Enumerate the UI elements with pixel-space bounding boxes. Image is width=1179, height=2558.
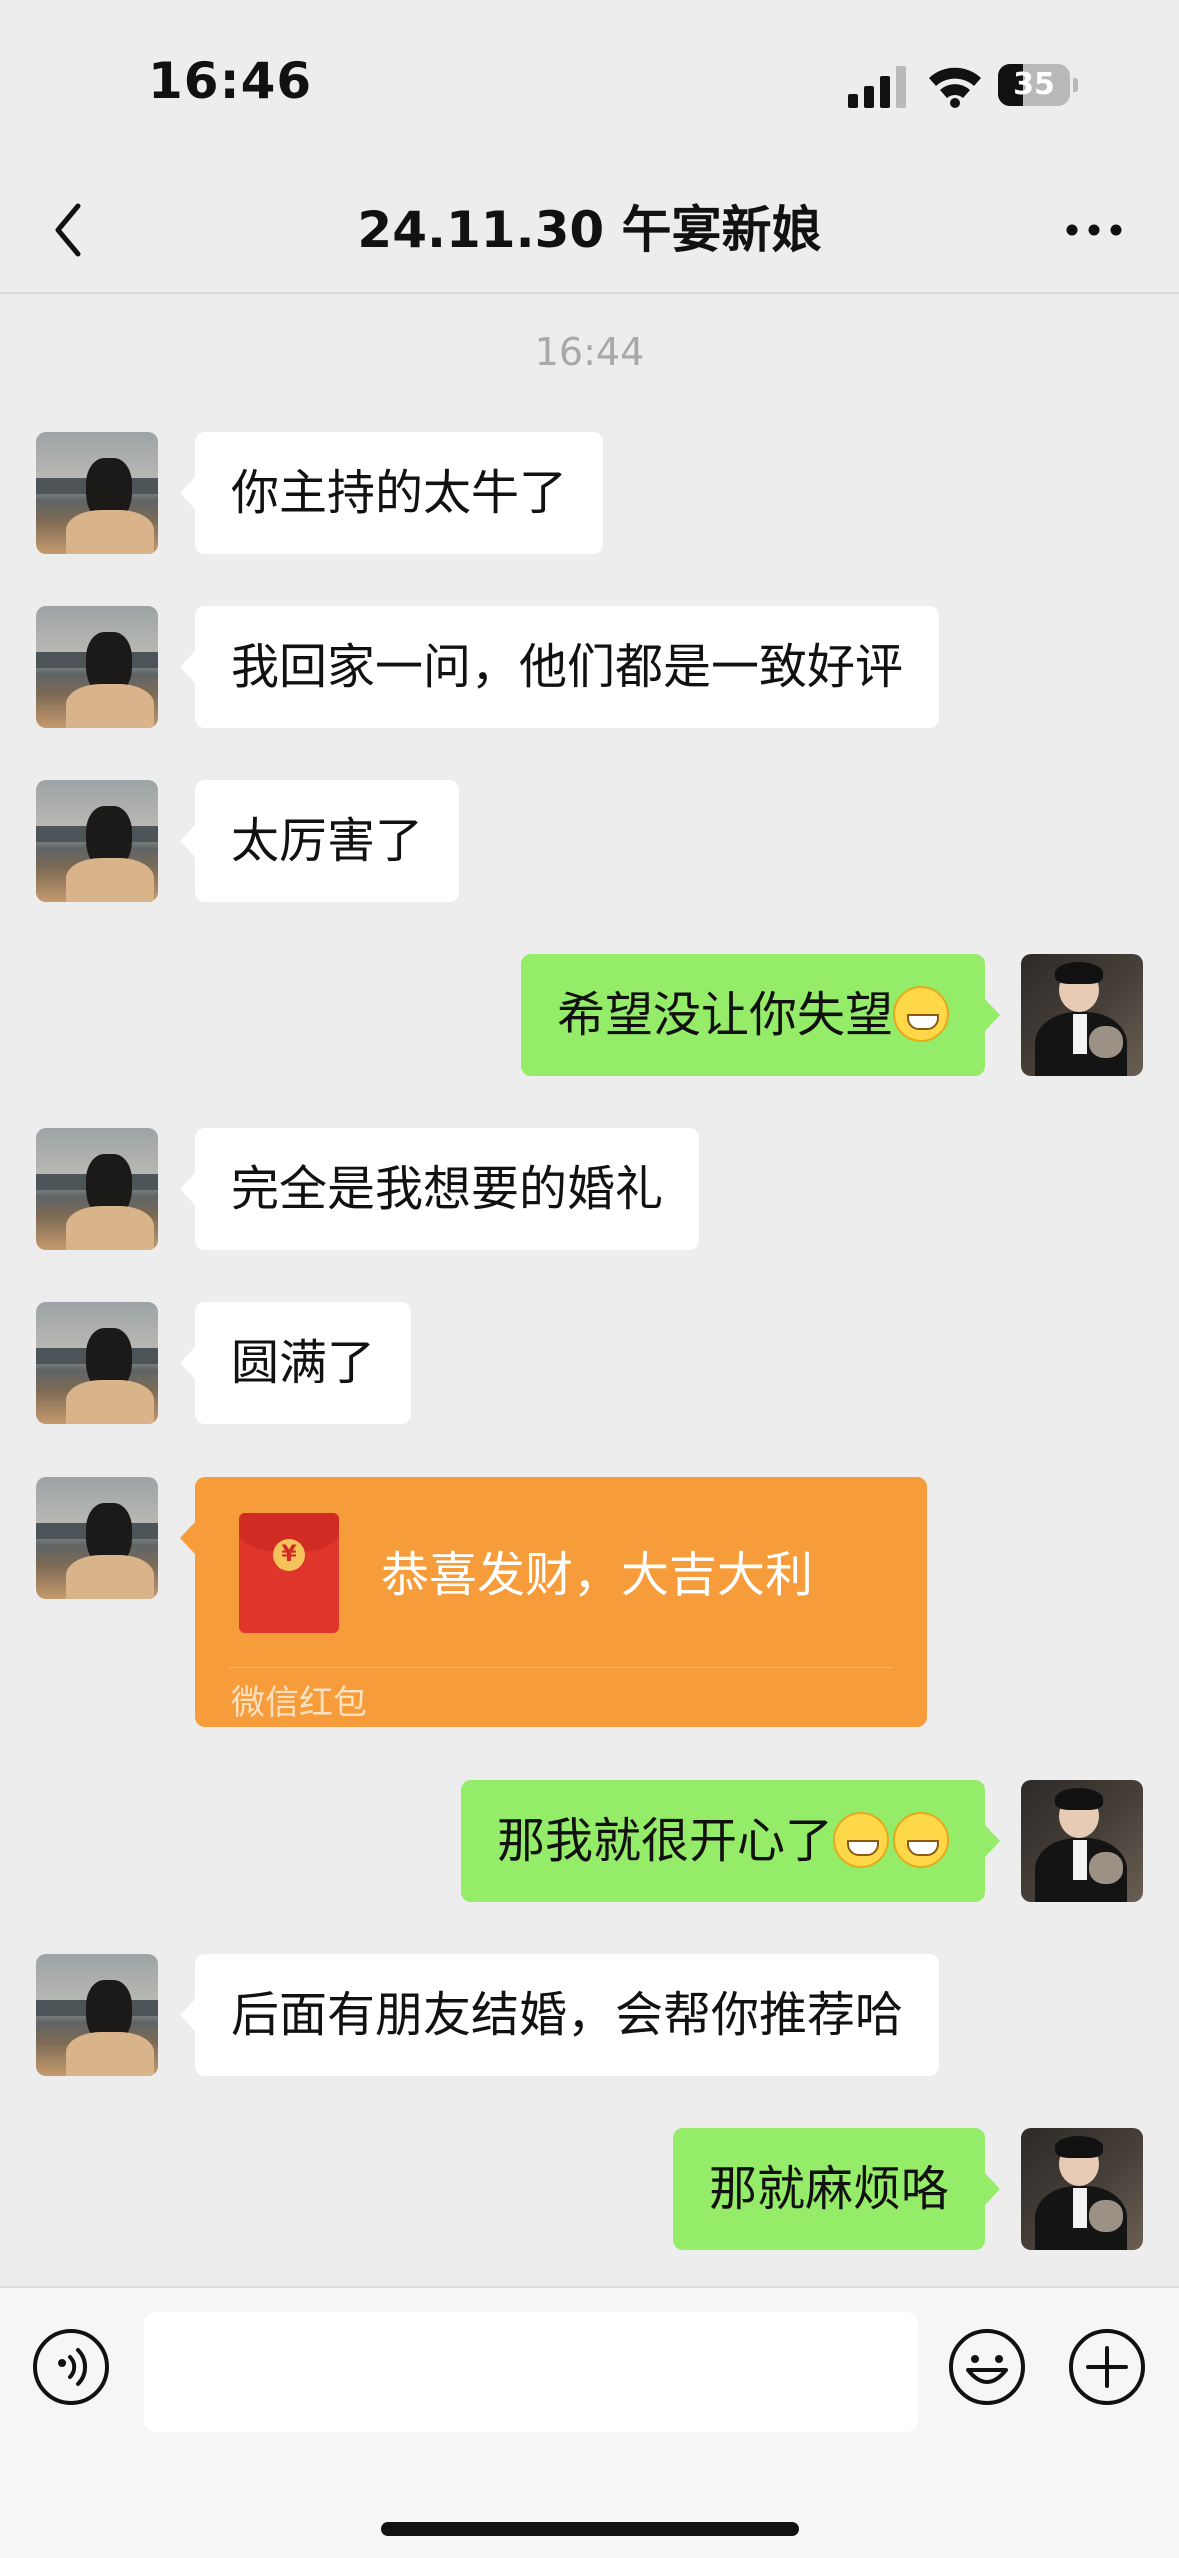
status-time: 16:46 <box>148 52 313 110</box>
more-dots-icon[interactable] <box>1064 210 1124 250</box>
thinking-face-emoji-icon <box>893 986 949 1042</box>
friend-avatar[interactable] <box>36 606 158 728</box>
message-bubble[interactable]: 你主持的太牛了 <box>179 432 604 554</box>
battery-icon: 35 <box>998 64 1078 106</box>
input-toolbar <box>0 2286 1179 2558</box>
message-input[interactable] <box>144 2312 918 2432</box>
message-text: 那我就很开心了 <box>496 1813 833 1869</box>
friend-avatar[interactable] <box>36 1954 158 2076</box>
grinning-face-emoji-icon <box>833 1812 889 1868</box>
chat-title: 24.11.30 午宴新娘 <box>357 201 822 259</box>
status-bar: 16:46 35 <box>0 0 1179 170</box>
my-message-bubble[interactable]: 那我就很开心了 <box>460 1780 1001 1902</box>
emoji-icon[interactable] <box>948 2328 1026 2406</box>
message-bubble[interactable]: 太厉害了 <box>179 780 460 902</box>
my-avatar[interactable] <box>1021 1780 1143 1902</box>
friend-avatar[interactable] <box>36 1302 158 1424</box>
cellular-signal-icon <box>848 66 906 108</box>
my-message-bubble[interactable]: 那就麻烦咯 <box>672 2128 1001 2250</box>
my-message-bubble[interactable]: 希望没让你失望 <box>520 954 1001 1076</box>
message-bubble[interactable]: 我回家一问，他们都是一致好评 <box>179 606 940 728</box>
red-packet-divider <box>229 1667 893 1668</box>
plus-icon[interactable] <box>1068 2328 1146 2406</box>
message-bubble[interactable]: 后面有朋友结婚，会帮你推荐哈 <box>179 1954 940 2076</box>
yuan-coin-icon: ¥ <box>273 1539 305 1571</box>
wifi-icon <box>929 67 981 108</box>
friend-avatar[interactable] <box>36 1477 158 1599</box>
my-avatar[interactable] <box>1021 2128 1143 2250</box>
red-packet-label: 微信红包 <box>231 1683 367 1723</box>
message-bubble[interactable]: 完全是我想要的婚礼 <box>179 1128 700 1250</box>
red-packet-greeting: 恭喜发财，大吉大利 <box>381 1547 814 1603</box>
my-avatar[interactable] <box>1021 954 1143 1076</box>
friend-avatar[interactable] <box>36 432 158 554</box>
red-packet-card[interactable]: ¥ 恭喜发财，大吉大利 微信红包 <box>180 1477 927 1727</box>
grinning-face-emoji-icon <box>893 1812 949 1868</box>
message-bubble[interactable]: 圆满了 <box>179 1302 412 1424</box>
friend-avatar[interactable] <box>36 1128 158 1250</box>
friend-avatar[interactable] <box>36 780 158 902</box>
home-indicator <box>381 2522 799 2536</box>
message-text: 希望没让你失望 <box>556 987 893 1043</box>
battery-level: 35 <box>1013 67 1055 102</box>
chat-header: 24.11.30 午宴新娘 <box>0 170 1179 294</box>
voice-icon[interactable] <box>32 2328 110 2406</box>
message-timestamp: 16:44 <box>534 330 645 374</box>
red-envelope-icon: ¥ <box>239 1513 339 1633</box>
